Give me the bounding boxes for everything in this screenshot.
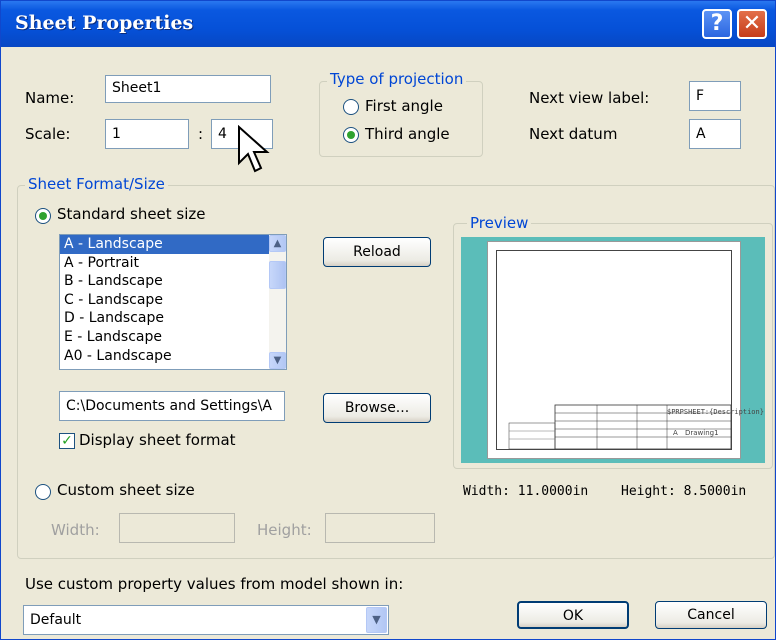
title-block-description: $PRPSHEET:{Description} [667, 408, 764, 416]
custom-property-label: Use custom property values from model sh… [25, 575, 404, 593]
help-button[interactable]: ? [702, 9, 732, 39]
custom-width-label: Width: [51, 521, 100, 539]
mouse-pointer-icon [238, 125, 270, 173]
scale-separator: : [198, 125, 204, 143]
list-item[interactable]: E - Landscape [60, 328, 286, 347]
list-item[interactable]: A - Landscape [60, 235, 286, 254]
custom-size-label[interactable]: Custom sheet size [57, 481, 195, 499]
title-block-size: A [673, 429, 678, 437]
projection-legend: Type of projection [327, 70, 467, 88]
preview-height: Height: 8.5000in [621, 484, 747, 499]
preview-width: Width: 11.0000in [463, 484, 589, 499]
scroll-down-icon[interactable]: ▼ [269, 352, 286, 369]
custom-height-label: Height: [257, 521, 312, 539]
standard-size-radio[interactable] [35, 208, 51, 224]
next-view-label-input[interactable]: F [689, 81, 741, 111]
list-item[interactable]: A0 - Landscape [60, 347, 286, 366]
third-angle-radio[interactable] [343, 127, 359, 143]
display-sheet-format-label[interactable]: Display sheet format [79, 431, 236, 449]
list-item[interactable]: D - Landscape [60, 309, 286, 328]
first-angle-radio[interactable] [343, 99, 359, 115]
standard-size-label[interactable]: Standard sheet size [57, 205, 206, 223]
title-block-drawing [508, 404, 731, 449]
first-angle-label[interactable]: First angle [365, 97, 443, 115]
sheet-format-path-input[interactable]: C:\Documents and Settings\A [59, 391, 285, 421]
close-button[interactable]: ✕ [737, 9, 767, 39]
custom-height-input[interactable] [325, 513, 435, 543]
sheet-size-listbox[interactable]: A - Landscape A - Portrait B - Landscape… [59, 234, 287, 370]
listbox-scrollbar[interactable]: ▲ ▼ [269, 235, 286, 369]
sheet-border: $PRPSHEET:{Description} A Drawing1 [496, 250, 764, 450]
list-item[interactable]: A - Portrait [60, 254, 286, 273]
custom-width-input[interactable] [119, 513, 235, 543]
name-input[interactable]: Sheet1 [105, 75, 271, 103]
dialog-title: Sheet Properties [15, 12, 194, 34]
help-icon: ? [710, 11, 724, 36]
chevron-down-icon[interactable]: ▼ [366, 607, 387, 633]
sheet-properties-dialog: Sheet Properties ? ✕ Name: Sheet1 Scale:… [0, 0, 776, 640]
next-view-label-label: Next view label: [529, 89, 650, 107]
sheet-format-legend: Sheet Format/Size [25, 175, 168, 193]
title-block-drawing-name: Drawing1 [685, 429, 719, 437]
custom-property-select[interactable]: Default ▼ [23, 605, 389, 635]
third-angle-label[interactable]: Third angle [365, 125, 450, 143]
title-bar[interactable]: Sheet Properties ? ✕ [1, 1, 775, 47]
reload-button[interactable]: Reload [323, 237, 431, 267]
scroll-up-icon[interactable]: ▲ [269, 235, 286, 252]
close-icon: ✕ [742, 11, 762, 36]
cancel-button[interactable]: Cancel [655, 601, 767, 629]
scale-numerator-input[interactable]: 1 [105, 119, 189, 149]
custom-size-radio[interactable] [35, 484, 51, 500]
list-item[interactable]: C - Landscape [60, 291, 286, 310]
next-datum-label: Next datum [529, 125, 618, 143]
scale-label: Scale: [25, 125, 71, 143]
list-item[interactable]: B - Landscape [60, 272, 286, 291]
browse-button[interactable]: Browse... [323, 393, 431, 423]
next-datum-input[interactable]: A [689, 119, 741, 149]
custom-property-value: Default [30, 612, 82, 628]
display-sheet-format-checkbox[interactable]: ✓ [59, 433, 75, 449]
projection-group [319, 81, 483, 157]
name-label: Name: [25, 89, 75, 107]
ok-button[interactable]: OK [517, 601, 629, 629]
preview-legend: Preview [467, 214, 532, 232]
scroll-thumb[interactable] [269, 261, 286, 289]
sheet-preview: $PRPSHEET:{Description} A Drawing1 [487, 241, 764, 459]
